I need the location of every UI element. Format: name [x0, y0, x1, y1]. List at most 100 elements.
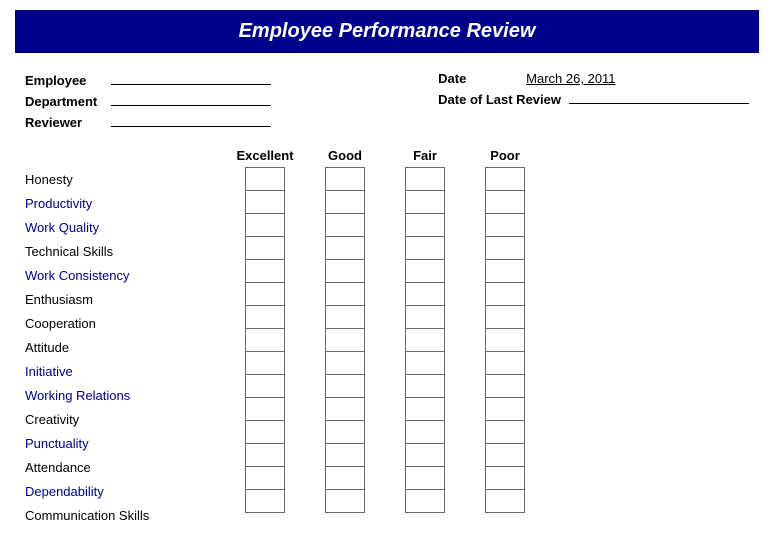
rating-cell[interactable]: [485, 443, 525, 467]
criteria-item: Punctuality: [25, 431, 225, 455]
rating-cell[interactable]: [485, 420, 525, 444]
reviewer-input-line: [111, 113, 271, 127]
rating-cell[interactable]: [405, 397, 445, 421]
rating-cell[interactable]: [405, 305, 445, 329]
rating-cell[interactable]: [405, 420, 445, 444]
employee-input-line: [111, 71, 271, 85]
criteria-item: Attendance: [25, 455, 225, 479]
criteria-item: Enthusiasm: [25, 287, 225, 311]
criteria-item: Work Quality: [25, 215, 225, 239]
rating-cell[interactable]: [325, 328, 365, 352]
criteria-item: Creativity: [25, 407, 225, 431]
rating-cell[interactable]: [405, 489, 445, 513]
rating-cell[interactable]: [245, 213, 285, 237]
rating-cell[interactable]: [405, 374, 445, 398]
criteria-item: Cooperation: [25, 311, 225, 335]
rating-cell[interactable]: [325, 259, 365, 283]
rating-cell[interactable]: [405, 213, 445, 237]
rating-cell[interactable]: [485, 259, 525, 283]
rating-cell[interactable]: [405, 466, 445, 490]
rating-header-excellent: Excellent: [225, 148, 305, 163]
rating-header-fair: Fair: [385, 148, 465, 163]
rating-cell[interactable]: [245, 374, 285, 398]
rating-cell[interactable]: [485, 397, 525, 421]
rating-cell[interactable]: [325, 213, 365, 237]
rating-cell[interactable]: [405, 328, 445, 352]
rating-cell[interactable]: [325, 167, 365, 191]
employee-row: Employee: [25, 71, 271, 88]
rating-cell[interactable]: [325, 443, 365, 467]
rating-cell[interactable]: [245, 305, 285, 329]
rating-cell[interactable]: [245, 420, 285, 444]
date-label: Date: [438, 71, 518, 86]
rating-cell[interactable]: [245, 328, 285, 352]
criteria-item: Communication Skills: [25, 503, 225, 527]
rating-cell[interactable]: [485, 466, 525, 490]
info-section: Employee Department Reviewer Date March …: [15, 71, 759, 130]
rating-cell[interactable]: [325, 282, 365, 306]
criteria-item: Working Relations: [25, 383, 225, 407]
ratings-section: ExcellentGoodFairPoor HonestyProductivit…: [15, 148, 759, 527]
criteria-item: Attitude: [25, 335, 225, 359]
rating-cell[interactable]: [485, 236, 525, 260]
department-row: Department: [25, 92, 271, 109]
rating-cell[interactable]: [405, 259, 445, 283]
rating-cell[interactable]: [485, 190, 525, 214]
rating-columns: [225, 167, 545, 527]
rating-cell[interactable]: [325, 305, 365, 329]
rating-cell[interactable]: [245, 489, 285, 513]
rating-cell[interactable]: [325, 236, 365, 260]
rating-cell[interactable]: [485, 328, 525, 352]
criteria-item: Technical Skills: [25, 239, 225, 263]
reviewer-row: Reviewer: [25, 113, 271, 130]
criteria-item: Honesty: [25, 167, 225, 191]
rating-cell[interactable]: [245, 236, 285, 260]
rating-cell[interactable]: [405, 167, 445, 191]
rating-cell[interactable]: [325, 466, 365, 490]
rating-cell[interactable]: [245, 167, 285, 191]
rating-cell[interactable]: [245, 351, 285, 375]
rating-col-poor: [465, 167, 545, 527]
rating-cell[interactable]: [245, 190, 285, 214]
rating-cell[interactable]: [245, 259, 285, 283]
criteria-list: HonestyProductivityWork QualityTechnical…: [25, 167, 225, 527]
rating-cell[interactable]: [325, 374, 365, 398]
criteria-item: Work Consistency: [25, 263, 225, 287]
department-label: Department: [25, 94, 105, 109]
rating-header-poor: Poor: [465, 148, 545, 163]
ratings-body: HonestyProductivityWork QualityTechnical…: [25, 167, 749, 527]
rating-cell[interactable]: [325, 190, 365, 214]
rating-cell[interactable]: [405, 443, 445, 467]
rating-cell[interactable]: [485, 305, 525, 329]
rating-cell[interactable]: [405, 282, 445, 306]
rating-cell[interactable]: [485, 167, 525, 191]
date-value: March 26, 2011: [526, 71, 656, 86]
rating-cell[interactable]: [325, 489, 365, 513]
department-input-line: [111, 92, 271, 106]
rating-cell[interactable]: [245, 397, 285, 421]
rating-cell[interactable]: [405, 236, 445, 260]
rating-cell[interactable]: [325, 397, 365, 421]
criteria-item: Dependability: [25, 479, 225, 503]
date-row: Date March 26, 2011: [438, 71, 749, 86]
rating-cell[interactable]: [325, 351, 365, 375]
rating-cell[interactable]: [245, 282, 285, 306]
rating-cell[interactable]: [485, 213, 525, 237]
rating-cell[interactable]: [245, 466, 285, 490]
criteria-item: Initiative: [25, 359, 225, 383]
info-left: Employee Department Reviewer: [25, 71, 271, 130]
last-review-input-line: [569, 90, 749, 104]
rating-cell[interactable]: [485, 282, 525, 306]
reviewer-label: Reviewer: [25, 115, 105, 130]
rating-cell[interactable]: [485, 374, 525, 398]
rating-col-fair: [385, 167, 465, 527]
employee-label: Employee: [25, 73, 105, 88]
last-review-row: Date of Last Review: [438, 90, 749, 107]
rating-cell[interactable]: [485, 489, 525, 513]
rating-cell[interactable]: [245, 443, 285, 467]
rating-cell[interactable]: [325, 420, 365, 444]
criteria-item: Productivity: [25, 191, 225, 215]
rating-cell[interactable]: [405, 190, 445, 214]
rating-cell[interactable]: [405, 351, 445, 375]
rating-cell[interactable]: [485, 351, 525, 375]
